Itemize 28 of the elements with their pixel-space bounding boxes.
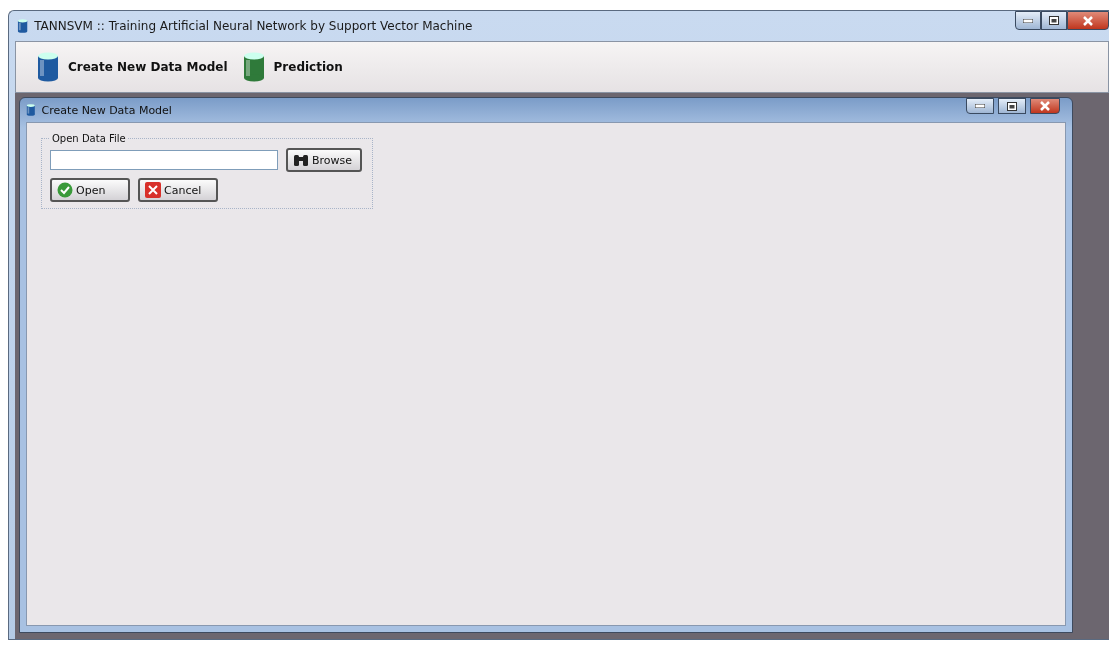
maximize-button[interactable] xyxy=(998,98,1026,114)
maximize-icon xyxy=(1049,16,1059,25)
database-icon xyxy=(26,104,36,116)
child-window-title: Create New Data Model xyxy=(41,103,172,117)
database-icon xyxy=(17,19,29,33)
binoculars-icon xyxy=(293,153,309,167)
maximize-button[interactable] xyxy=(1041,11,1067,30)
group-title: Open Data File xyxy=(51,133,127,144)
open-button[interactable]: Open xyxy=(50,178,130,202)
toolbar-button[interactable]: Create New Data Model xyxy=(36,52,228,82)
toolbar-button[interactable]: Prediction xyxy=(241,52,343,82)
check-icon xyxy=(57,182,73,198)
file-path-field[interactable] xyxy=(50,150,278,170)
close-icon xyxy=(1083,15,1093,26)
close-icon xyxy=(1040,101,1050,111)
close-icon xyxy=(145,182,161,198)
minimize-icon xyxy=(975,104,985,108)
minimize-icon xyxy=(1023,18,1033,23)
database-icon xyxy=(241,52,266,82)
minimize-button[interactable] xyxy=(966,98,994,114)
cancel-button[interactable]: Cancel xyxy=(138,178,218,202)
browse-button[interactable]: Browse xyxy=(286,148,363,172)
minimize-button[interactable] xyxy=(1015,11,1041,30)
maximize-icon xyxy=(1007,101,1017,111)
window-title: TANNSVM :: Training Artificial Neural Network by Support Vector Machine xyxy=(34,19,473,33)
database-icon xyxy=(36,52,60,82)
close-button[interactable] xyxy=(1030,98,1060,114)
close-button[interactable] xyxy=(1067,11,1109,30)
